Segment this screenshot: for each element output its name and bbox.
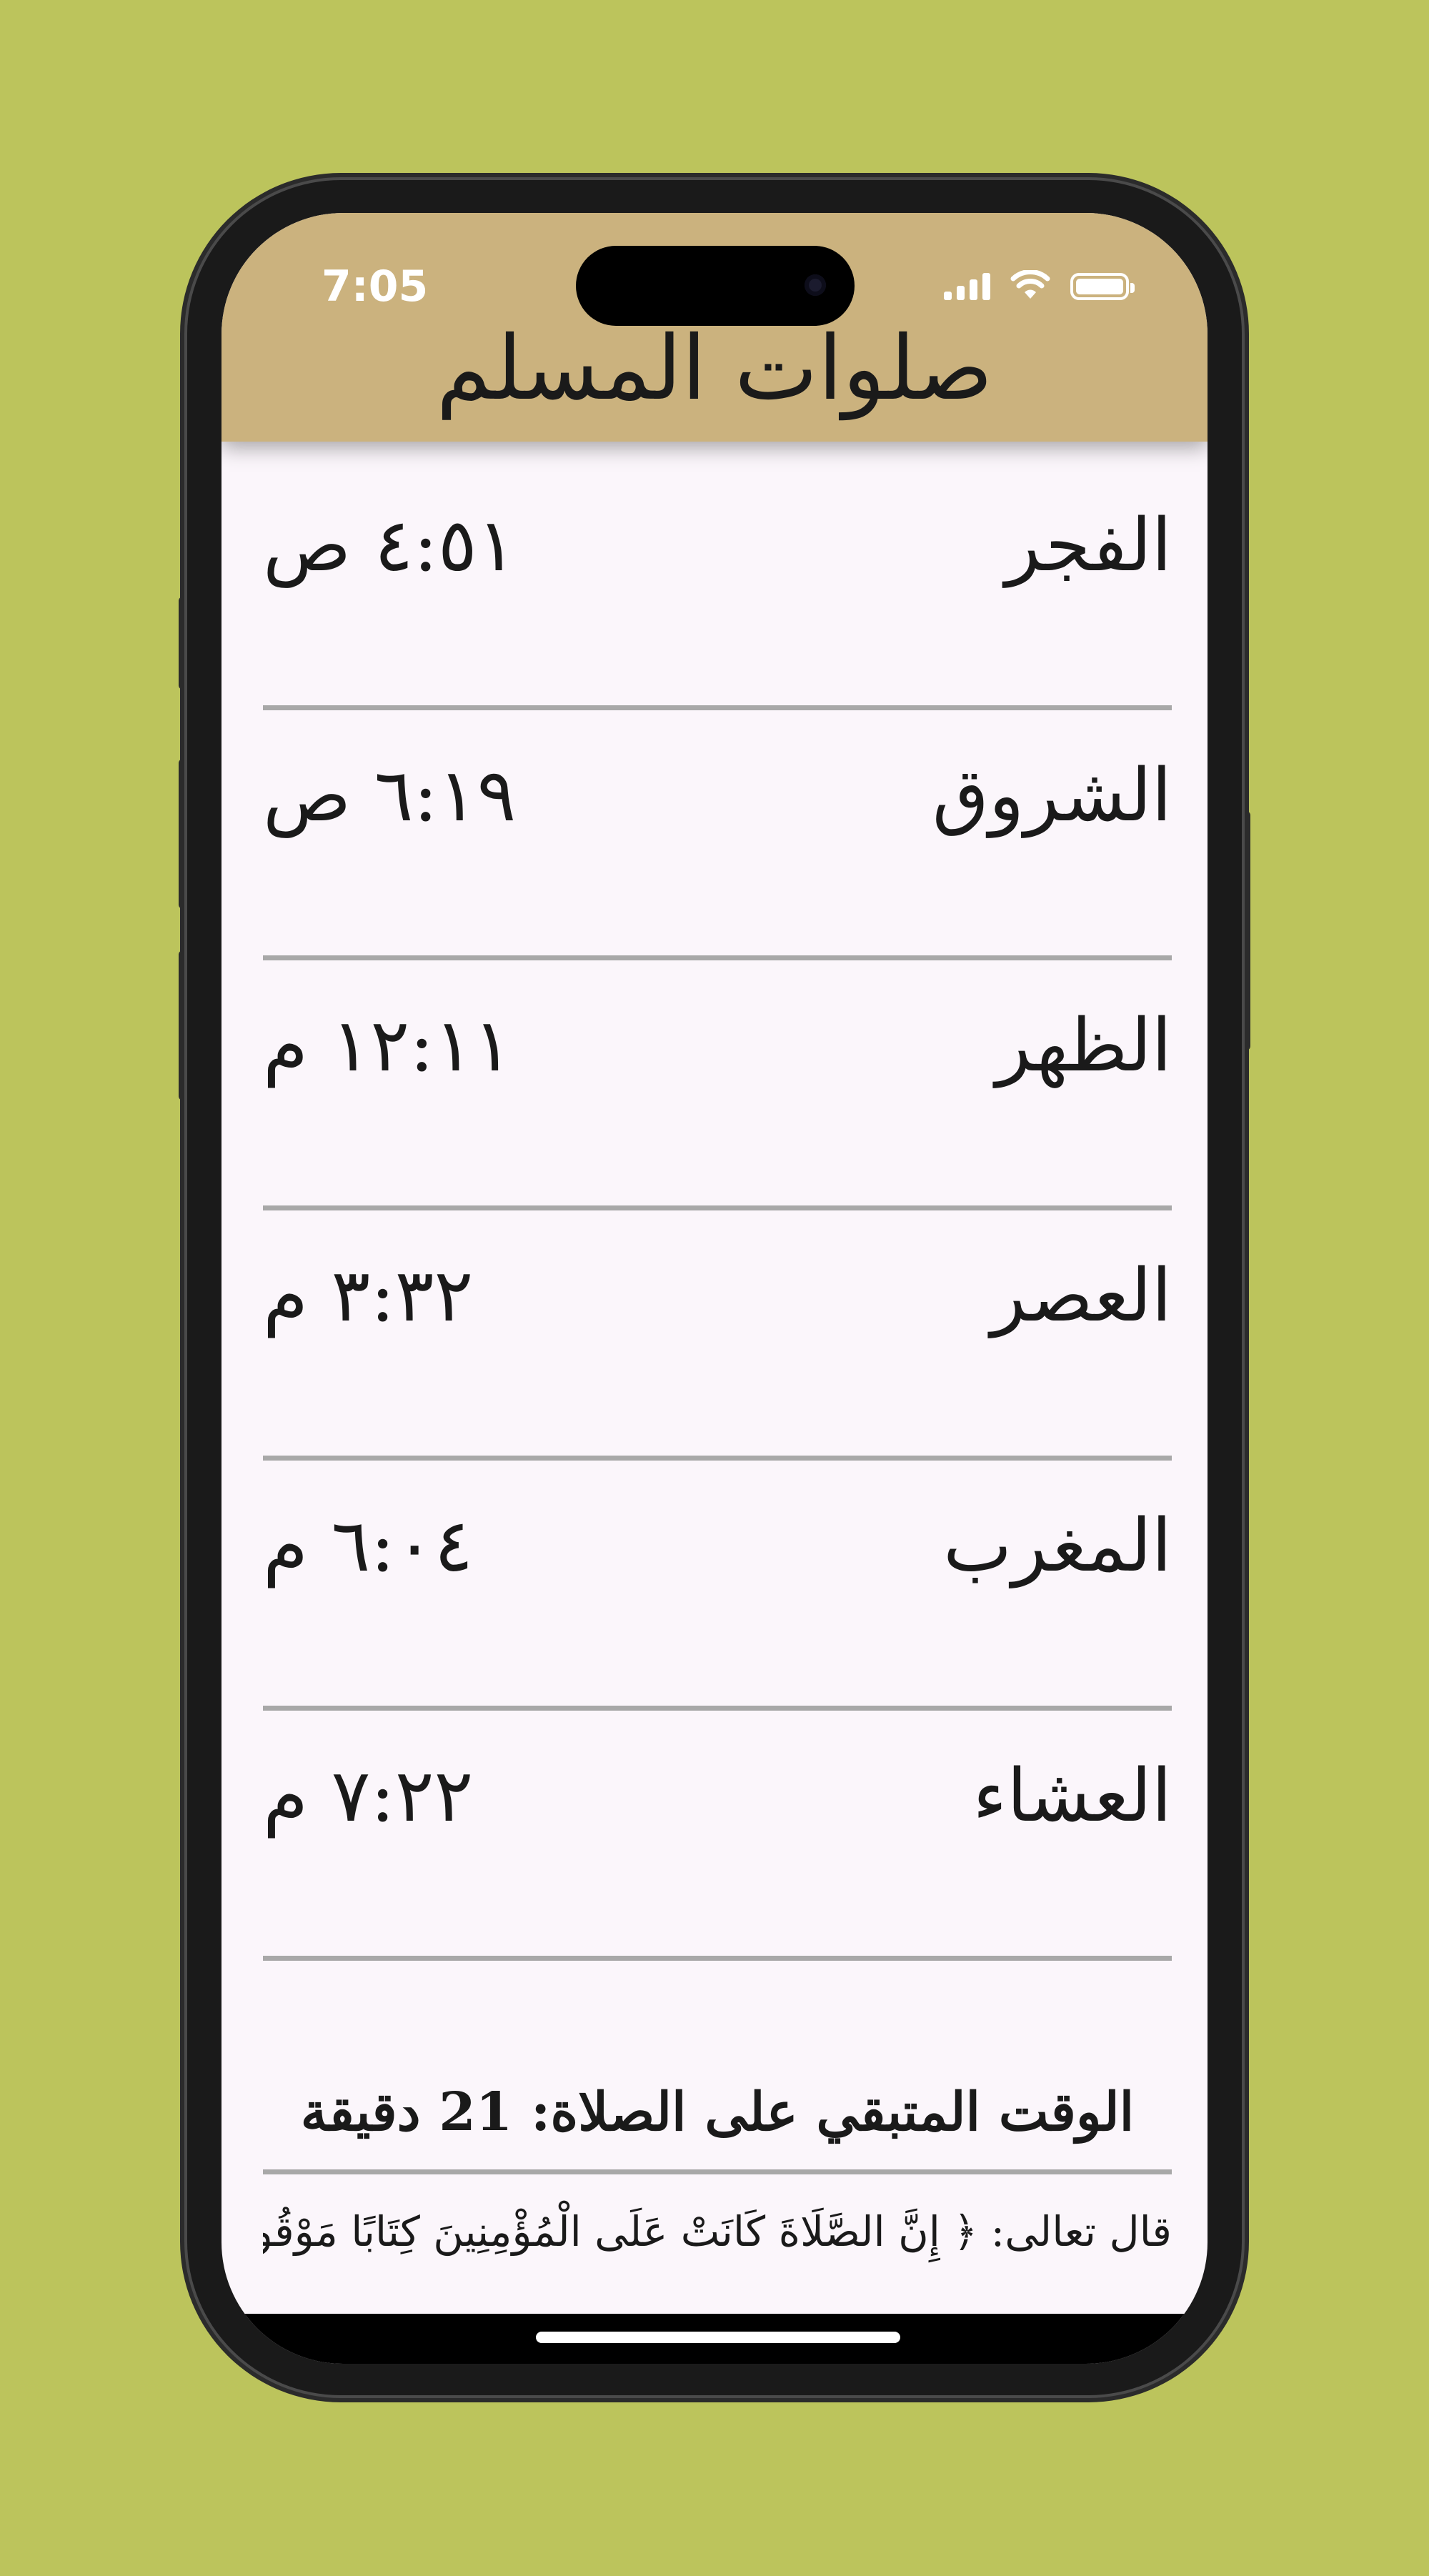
phone-frame: 7:05 صلوات المسلم الفجر ٤:٥١ ص الشروق ٦:… (187, 180, 1242, 2395)
prayer-row-asr: العصر ٣:٣٢ م (263, 1210, 1172, 1461)
prayer-time: ١٢:١١ م (263, 1003, 513, 1088)
quran-verse: قال تعالى: ﴿ إِنَّ الصَّلَاةَ كَانَتْ عَ… (263, 2207, 1172, 2256)
battery-icon (1070, 273, 1135, 300)
prayer-name: العشاء (972, 1754, 1172, 1839)
prayer-row-isha: العشاء ٧:٢٢ م (263, 1711, 1172, 1961)
prayer-row-sunrise: الشروق ٦:١٩ ص (263, 710, 1172, 960)
status-time: 7:05 (322, 262, 429, 312)
prayer-row-dhuhr: الظهر ١٢:١١ م (263, 960, 1172, 1210)
prayer-row-maghrib: المغرب ٦:٠٤ م (263, 1461, 1172, 1711)
prayer-name: الظهر (995, 1003, 1172, 1088)
signal-icon (944, 272, 990, 300)
power-button (1240, 811, 1250, 1050)
prayer-time: ٤:٥١ ص (263, 503, 517, 588)
home-indicator[interactable] (536, 2332, 900, 2343)
prayer-name: الشروق (932, 753, 1172, 838)
screen: 7:05 صلوات المسلم الفجر ٤:٥١ ص الشروق ٦:… (221, 213, 1208, 2364)
prayer-time: ٣:٣٢ م (263, 1253, 474, 1338)
prayer-time: ٦:٠٤ م (263, 1503, 474, 1588)
prayer-name: العصر (990, 1253, 1172, 1338)
remaining-time-text: الوقت المتبقي على الصلاة: 21 دقيقة (300, 2082, 1135, 2143)
divider (263, 2169, 1172, 2174)
prayer-time: ٦:١٩ ص (263, 753, 517, 838)
prayer-name: الفجر (1005, 503, 1172, 588)
dynamic-island (576, 246, 855, 326)
camera-icon (805, 274, 826, 296)
status-icons (944, 270, 1135, 300)
prayer-name: المغرب (943, 1503, 1172, 1588)
prayer-row-fajr: الفجر ٤:٥١ ص (263, 460, 1172, 710)
prayer-time: ٧:٢٢ م (263, 1754, 474, 1839)
wifi-icon (1010, 270, 1050, 299)
prayer-times-list: الفجر ٤:٥١ ص الشروق ٦:١٩ ص الظهر ١٢:١١ م… (263, 460, 1172, 1961)
